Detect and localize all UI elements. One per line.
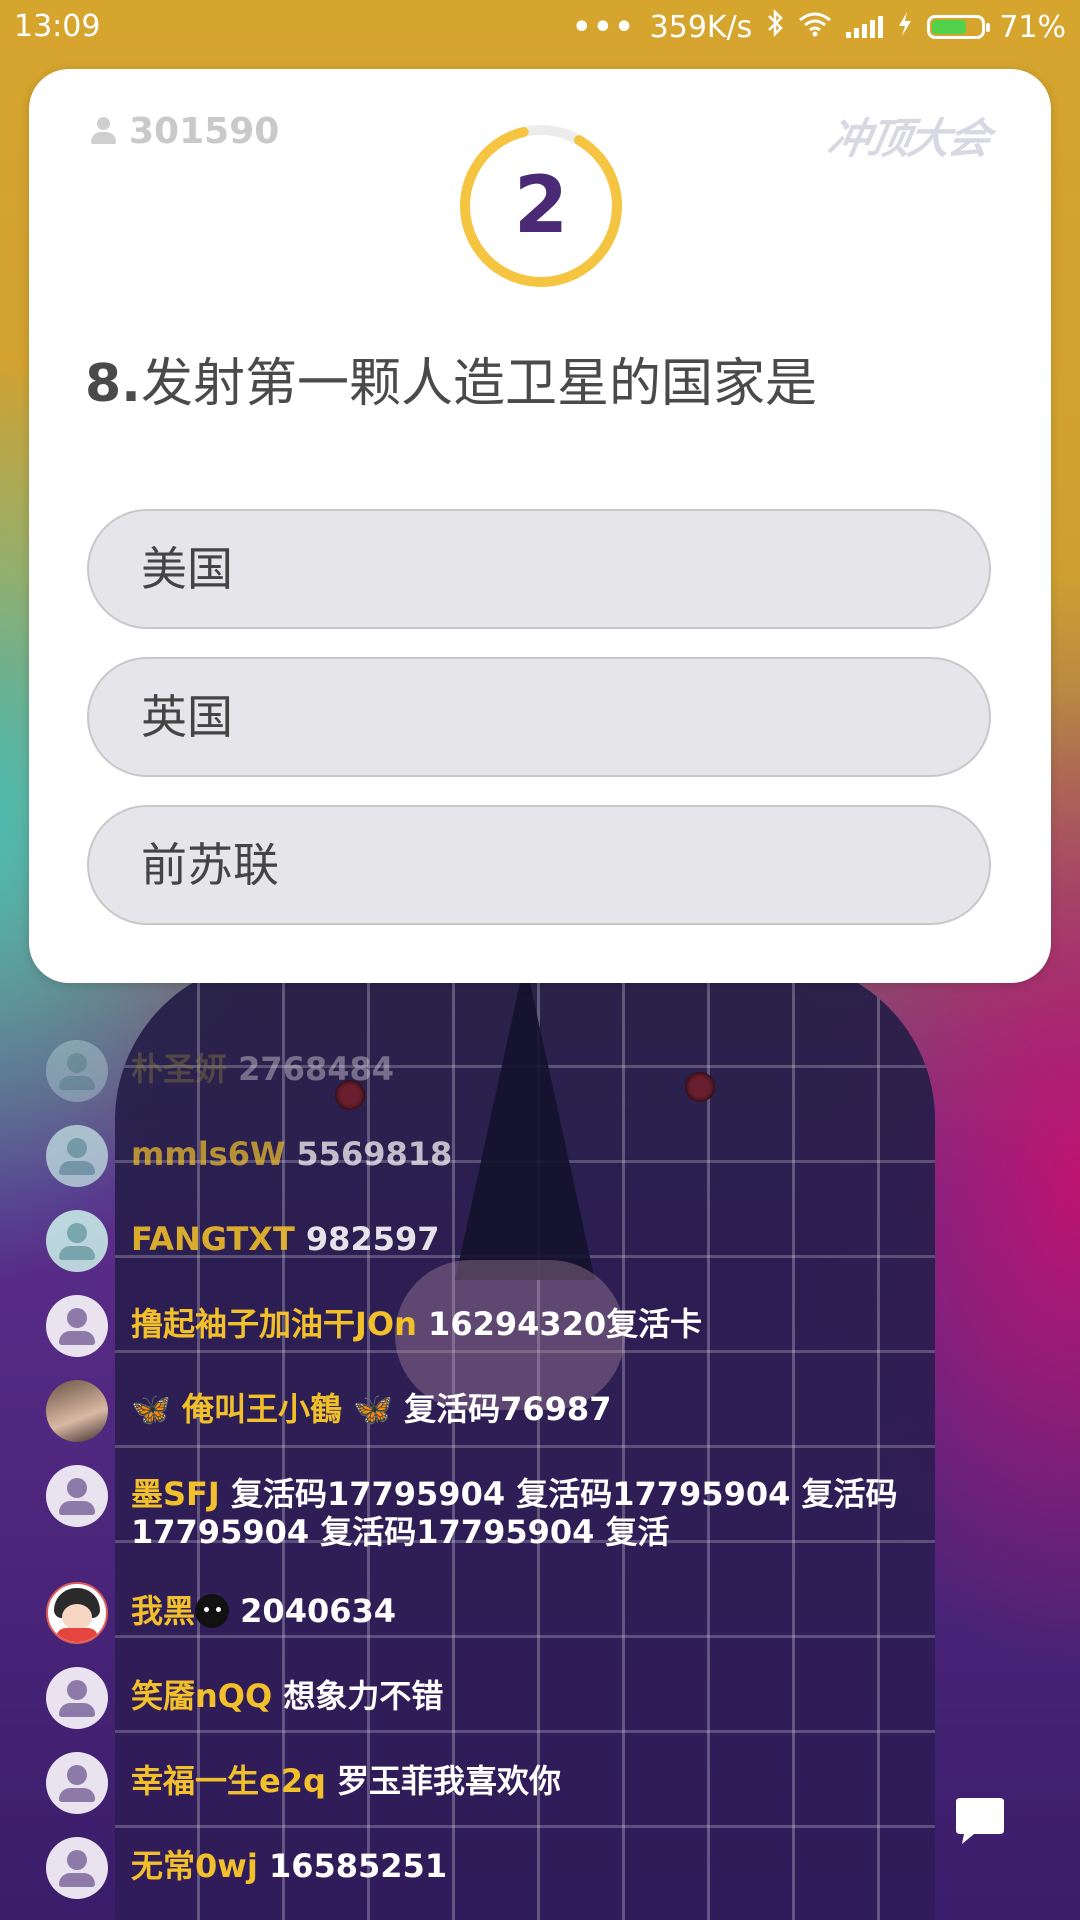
battery-icon (927, 15, 991, 39)
question-body: 发射第一颗人造卫星的国家是 (140, 354, 817, 414)
comment-message: 2768484 (238, 1050, 395, 1088)
status-icons: ••• 359K/s 71% (572, 8, 1066, 45)
black-face-emoji-icon (195, 1594, 230, 1628)
comment-username: 我黑 (131, 1592, 196, 1630)
avatar (46, 1295, 108, 1357)
avatar (46, 1040, 108, 1102)
comment-text: 墨SFJ 复活码17795904 复活码17795904 复活码17795904… (131, 1475, 1061, 1551)
comment-text: 撸起袖子加油干JOn 16294320复活卡 (131, 1305, 1061, 1343)
comment-username: 无常0wj (131, 1847, 258, 1885)
charging-icon (897, 10, 913, 45)
comment-text: FANGTXT 982597 (131, 1220, 1061, 1258)
avatar (46, 1465, 108, 1527)
comment-message: 复活码17795904 复活码17795904 复活码17795904 复活码1… (131, 1475, 898, 1551)
avatar (46, 1125, 108, 1187)
avatar (46, 1837, 108, 1899)
comment-message: 16585251 (268, 1847, 448, 1885)
comment-text: 🦋 俺叫王小鶴 🦋 复活码76987 (131, 1390, 1061, 1428)
network-speed: 359K/s (649, 9, 753, 45)
comment-username: FANGTXT (131, 1220, 295, 1258)
comment-username: 撸起袖子加油干JOn (131, 1305, 417, 1343)
question-text: 8.发射第一颗人造卫星的国家是 (85, 341, 817, 416)
comment-username: 🦋 俺叫王小鶴 🦋 (131, 1390, 393, 1428)
comment-text: 幸福一生e2q 罗玉菲我喜欢你 (131, 1762, 1061, 1800)
question-card: 301590 冲顶大会 2 8.发射第一颗人造卫星的国家是 美国 英国 前苏联 (29, 69, 1051, 983)
comment-message: 罗玉菲我喜欢你 (337, 1762, 562, 1800)
more-dots-icon: ••• (572, 9, 636, 45)
viewer-count-value: 301590 (129, 111, 280, 152)
comment-username: 幸福一生e2q (131, 1762, 326, 1800)
answer-option-2[interactable]: 英国 (87, 657, 991, 777)
comment-message: 2040634 (240, 1592, 397, 1630)
comment-username: 朴圣妍 (131, 1050, 228, 1088)
app-logo: 冲顶大会 (824, 114, 993, 163)
person-icon (89, 116, 117, 147)
avatar (46, 1752, 108, 1814)
battery-level-fill (932, 20, 967, 34)
wifi-icon (798, 10, 832, 45)
chat-bubble-icon[interactable] (950, 1790, 1010, 1850)
answer-option-1[interactable]: 美国 (87, 509, 991, 629)
countdown-timer: 2 (459, 124, 623, 288)
viewer-count: 301590 (89, 111, 279, 152)
comment-message: 5569818 (296, 1135, 453, 1173)
comment-message: 复活码76987 (404, 1390, 612, 1428)
avatar (46, 1582, 108, 1644)
comment-text: 朴圣妍 2768484 (131, 1050, 1061, 1088)
answer-option-3[interactable]: 前苏联 (87, 805, 991, 925)
avatar (46, 1667, 108, 1729)
comment-username: mmls6W (131, 1135, 286, 1173)
question-number: 8. (85, 354, 141, 414)
avatar (46, 1210, 108, 1272)
avatar (46, 1380, 108, 1442)
comment-username: 笑靥nQQ (131, 1677, 273, 1715)
comment-message: 982597 (305, 1220, 440, 1258)
status-time: 13:09 (14, 9, 101, 44)
battery-percent: 71% (999, 9, 1066, 45)
comment-text: 笑靥nQQ 想象力不错 (131, 1677, 1061, 1715)
countdown-number: 2 (513, 161, 569, 251)
comment-message: 想象力不错 (283, 1677, 444, 1715)
comment-text: 无常0wj 16585251 (131, 1847, 1061, 1885)
signal-icon (846, 16, 884, 38)
comment-text: 我黑 2040634 (131, 1592, 1061, 1630)
bluetooth-icon (766, 8, 784, 45)
comment-message: 16294320复活卡 (428, 1305, 703, 1343)
comment-username: 墨SFJ (131, 1475, 220, 1513)
status-bar: 13:09 ••• 359K/s 71% (0, 0, 1080, 56)
comment-text: mmls6W 5569818 (131, 1135, 1061, 1173)
